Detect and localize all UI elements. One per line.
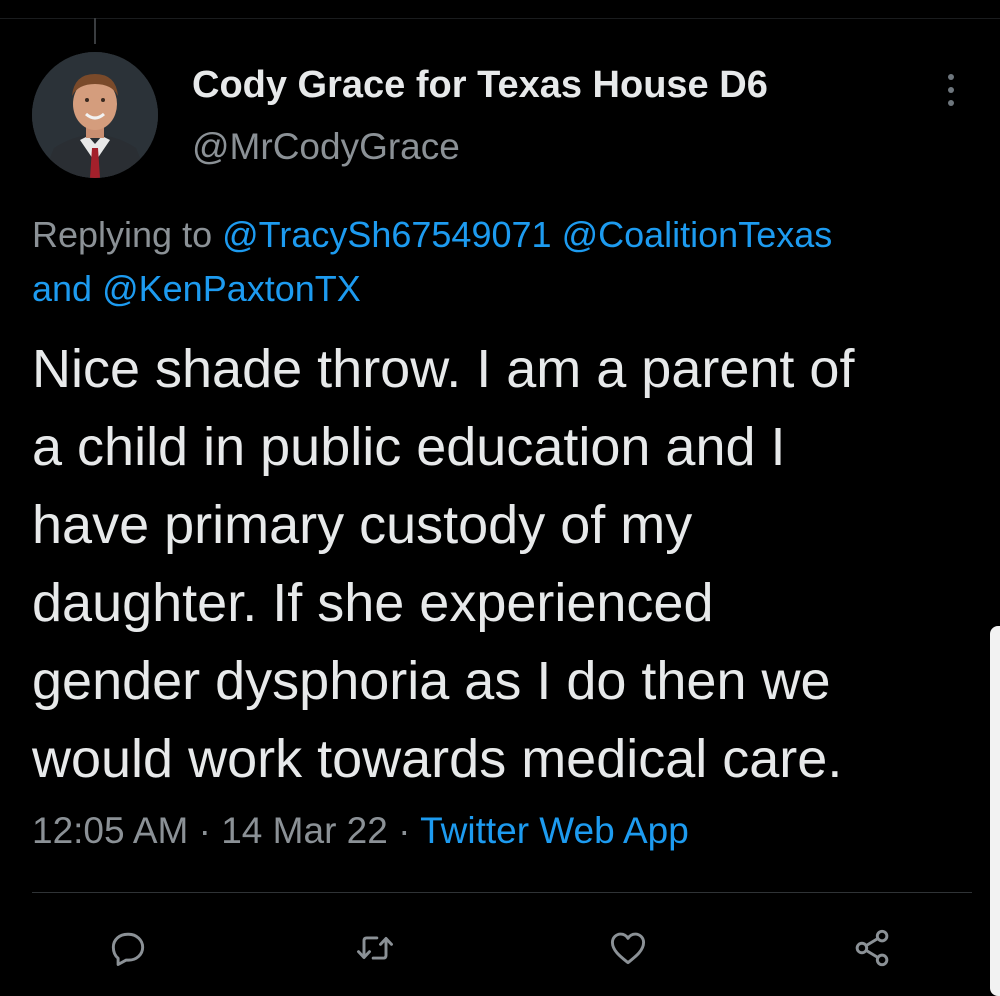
tweet-actions	[0, 918, 1000, 978]
replying-to-line: Replying to @TracySh67549071 @CoalitionT…	[32, 208, 972, 316]
tweet-text: Nice shade throw. I am a parent of a chi…	[32, 339, 855, 789]
actions-divider	[32, 892, 972, 893]
retweet-button[interactable]	[345, 918, 405, 978]
tweet-source-link[interactable]: Twitter Web App	[420, 810, 689, 851]
profile-photo-icon	[32, 52, 158, 178]
dot	[948, 87, 954, 93]
user-handle[interactable]: @MrCodyGrace	[192, 126, 460, 168]
tweet-meta: 12:05 AM · 14 Mar 22 · Twitter Web App	[32, 810, 689, 852]
meta-separator: ·	[198, 810, 211, 851]
scrollbar-thumb[interactable]	[990, 626, 1000, 996]
top-divider	[0, 18, 1000, 19]
replying-to-label: Replying to	[32, 214, 213, 255]
mention-link[interactable]: @KenPaxtonTX	[102, 268, 361, 309]
more-options-icon[interactable]	[936, 70, 966, 110]
retweet-icon	[357, 936, 393, 960]
heart-icon	[610, 932, 646, 965]
mention-link[interactable]: @TracySh67549071	[222, 214, 551, 255]
like-button[interactable]	[598, 918, 658, 978]
mention-link[interactable]: @CoalitionTexas	[562, 214, 833, 255]
dot	[948, 100, 954, 106]
share-button[interactable]	[842, 918, 902, 978]
avatar[interactable]	[32, 52, 158, 178]
reply-icon	[111, 932, 145, 966]
meta-separator: ·	[398, 810, 411, 851]
share-icon	[855, 929, 889, 967]
display-name[interactable]: Cody Grace for Texas House D6	[192, 64, 768, 107]
reply-button[interactable]	[98, 918, 158, 978]
tweet-date[interactable]: 14 Mar 22	[221, 810, 388, 851]
tweet-time[interactable]: 12:05 AM	[32, 810, 188, 851]
and-word: and	[32, 268, 93, 309]
dot	[948, 74, 954, 80]
thread-connector-line	[94, 18, 96, 44]
